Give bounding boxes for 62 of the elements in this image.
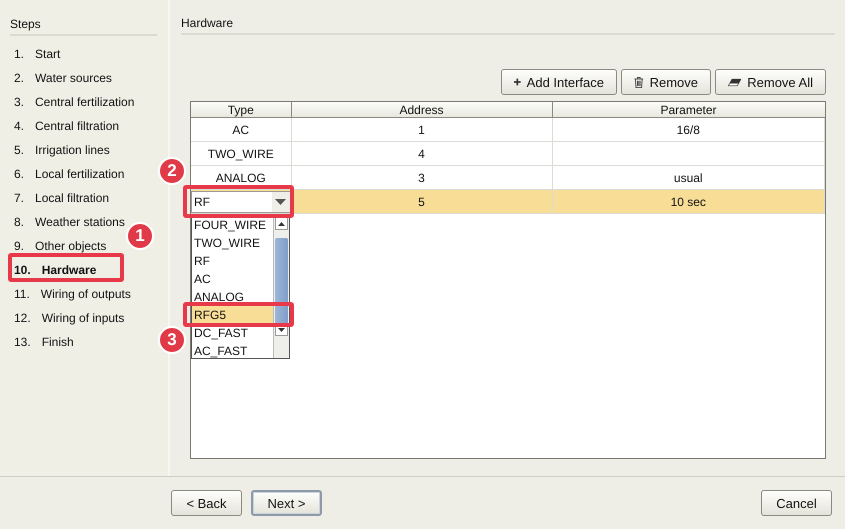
- step-item[interactable]: Irrigation lines: [35, 143, 110, 157]
- trash-icon: [634, 76, 644, 88]
- column-header[interactable]: Address: [291, 102, 552, 118]
- step-number: 2.: [14, 71, 24, 85]
- column-header[interactable]: Type: [191, 102, 291, 118]
- step-number: 4.: [14, 119, 24, 133]
- step-item[interactable]: Local fertilization: [35, 167, 124, 181]
- table-cell: 16/8: [552, 118, 824, 142]
- table-row[interactable]: TWO_WIRE 4: [191, 142, 824, 166]
- step-number: 7.: [14, 191, 24, 205]
- dropdown-option[interactable]: AC_FAST: [192, 342, 273, 358]
- step-number: 10.: [14, 263, 31, 277]
- step-number: 11.: [14, 287, 30, 301]
- table-cell: 1: [291, 118, 552, 142]
- toolbar-button[interactable]: Remove All: [715, 69, 826, 95]
- table-row[interactable]: AC 1 16/8: [191, 118, 824, 142]
- step-number: 6.: [14, 167, 24, 181]
- table-cell: AC: [191, 118, 291, 142]
- dropdown-option[interactable]: DC_FAST: [192, 324, 273, 342]
- eraser-icon: [728, 76, 742, 88]
- dropdown-option[interactable]: RFG5: [192, 306, 273, 324]
- plus-icon: [514, 76, 521, 88]
- step-number: 12.: [14, 311, 31, 325]
- scroll-up-icon: [278, 222, 285, 226]
- column-header[interactable]: Parameter: [552, 102, 824, 118]
- toolbar-button[interactable]: Remove: [621, 69, 711, 95]
- dropdown-option[interactable]: TWO_WIRE: [192, 234, 273, 252]
- step-number: 8.: [14, 215, 24, 229]
- step-number: 9.: [14, 239, 24, 253]
- step-number: 5.: [14, 143, 24, 157]
- step-item[interactable]: Other objects: [35, 239, 106, 253]
- dialog-button[interactable]: < Back: [171, 490, 242, 516]
- scrollbar[interactable]: [273, 216, 289, 358]
- step-number: 1.: [14, 47, 24, 61]
- step-item[interactable]: Start: [35, 47, 60, 61]
- step-number: 13.: [14, 335, 31, 349]
- step-item[interactable]: Local filtration: [35, 191, 110, 205]
- dropdown-option[interactable]: AC: [192, 270, 273, 288]
- steps-title: Steps: [10, 17, 157, 36]
- table-cell: TWO_WIRE: [191, 142, 291, 166]
- step-item[interactable]: Water sources: [35, 71, 112, 85]
- step-item[interactable]: Hardware: [42, 263, 96, 277]
- step-item[interactable]: Central filtration: [35, 119, 120, 133]
- step-item[interactable]: Wiring of outputs: [40, 287, 131, 301]
- step-item[interactable]: Weather stations: [35, 215, 125, 229]
- dropdown-option[interactable]: RF: [192, 252, 273, 270]
- step-item[interactable]: Wiring of inputs: [42, 311, 124, 325]
- section-title: Hardware: [181, 16, 835, 35]
- dropdown-option[interactable]: FOUR_WIRE: [192, 216, 273, 234]
- table-cell: 10 sec: [552, 190, 824, 214]
- dialog-button[interactable]: Cancel: [761, 490, 832, 516]
- type-combo-box[interactable]: RF: [191, 190, 290, 212]
- toolbar-button[interactable]: Add Interface: [501, 69, 617, 95]
- dropdown-option[interactable]: ANALOG: [192, 288, 273, 306]
- dialog-button[interactable]: Next >: [251, 490, 322, 516]
- dropdown-arrow-icon: [275, 198, 286, 204]
- step-item[interactable]: Central fertilization: [35, 95, 134, 109]
- step-item[interactable]: Finish: [42, 335, 74, 349]
- table-cell: 4: [291, 142, 552, 166]
- step-number: 3.: [14, 95, 24, 109]
- table-row[interactable]: RF 5 10 sec: [191, 190, 824, 214]
- table-cell: 5: [291, 190, 552, 214]
